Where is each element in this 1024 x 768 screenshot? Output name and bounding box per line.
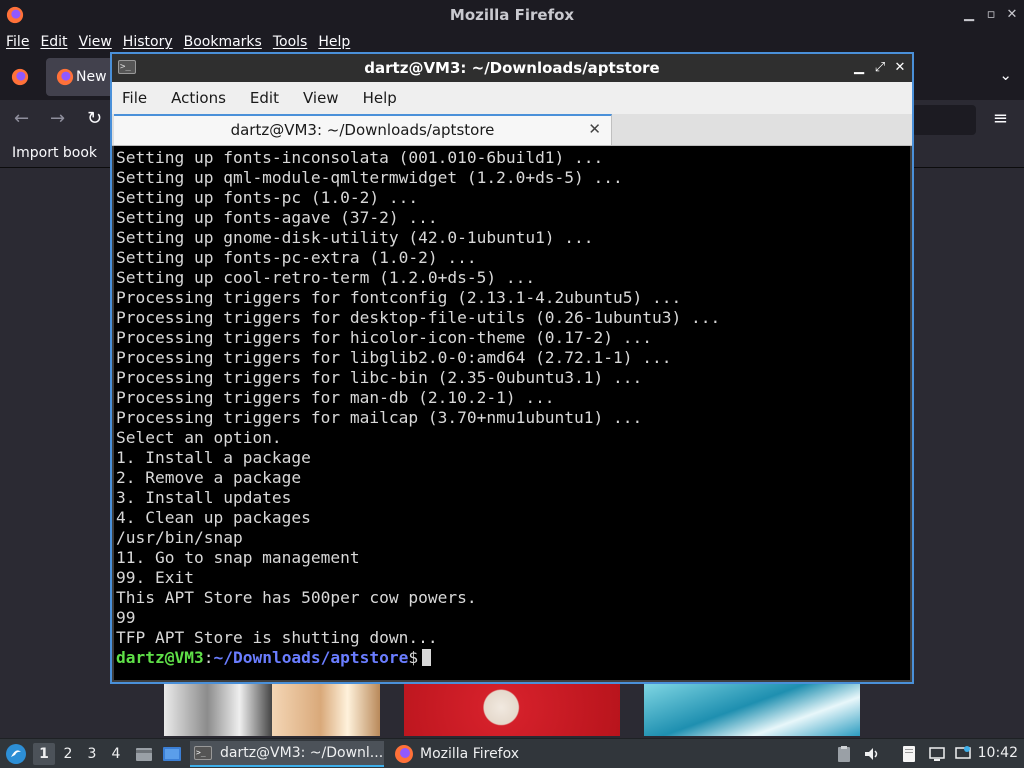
tab-label: New bbox=[76, 69, 107, 85]
maximize-icon[interactable]: ⤢ bbox=[873, 60, 887, 75]
terminal-tabbar: dartz@VM3: ~/Downloads/aptstore ✕ bbox=[112, 114, 912, 146]
prompt-symbol: $ bbox=[408, 648, 419, 667]
taskbar: 1 2 3 4 >_ dartz@VM3: ~/Downl... Mozilla… bbox=[0, 738, 1024, 768]
firefox-icon bbox=[395, 745, 413, 763]
menu-actions[interactable]: Actions bbox=[171, 89, 226, 107]
volume-icon[interactable] bbox=[863, 745, 881, 763]
terminal-line: Processing triggers for man-db (2.10.2-1… bbox=[116, 388, 555, 407]
taskbar-task-label: dartz@VM3: ~/Downl... bbox=[220, 745, 384, 761]
menu-bookmarks[interactable]: Bookmarks bbox=[184, 34, 262, 50]
terminal-icon: >_ bbox=[194, 746, 212, 760]
terminal-line: Processing triggers for desktop-file-uti… bbox=[116, 308, 721, 327]
menu-file[interactable]: File bbox=[122, 89, 147, 107]
firefox-tab-icon bbox=[56, 68, 74, 86]
workspace-3[interactable]: 3 bbox=[81, 743, 103, 765]
taskbar-firefox-task[interactable]: Mozilla Firefox bbox=[390, 741, 530, 767]
terminal-line: Setting up fonts-inconsolata (001.010-6b… bbox=[116, 148, 604, 167]
clock[interactable]: 10:42 bbox=[978, 745, 1018, 761]
maximize-icon[interactable]: ▫ bbox=[984, 8, 998, 22]
thumbnail-image[interactable] bbox=[272, 684, 380, 736]
firefox-titlebar: Mozilla Firefox ▁ ▫ ✕ bbox=[0, 0, 1024, 30]
reload-icon[interactable]: ↻ bbox=[87, 108, 102, 129]
firefox-window-title: Mozilla Firefox bbox=[449, 6, 575, 24]
terminal-line: Processing triggers for mailcap (3.70+nm… bbox=[116, 408, 643, 427]
menu-view[interactable]: View bbox=[303, 89, 339, 107]
minimize-icon[interactable]: ▁ bbox=[852, 60, 866, 75]
terminal-line: 11. Go to snap management bbox=[116, 548, 360, 567]
prompt-path: ~/Downloads/aptstore bbox=[213, 648, 409, 667]
menu-history[interactable]: History bbox=[123, 34, 173, 50]
show-desktop-icon[interactable] bbox=[162, 744, 182, 764]
thumbnail-image[interactable] bbox=[644, 684, 860, 736]
terminal-line: Setting up qml-module-qmltermwidget (1.2… bbox=[116, 168, 623, 187]
import-bookmarks-link[interactable]: Import book bbox=[12, 145, 97, 161]
close-icon[interactable]: ✕ bbox=[893, 60, 907, 75]
terminal-output[interactable]: Setting up fonts-inconsolata (001.010-6b… bbox=[114, 146, 910, 680]
terminal-tab[interactable]: dartz@VM3: ~/Downloads/aptstore ✕ bbox=[114, 114, 612, 145]
terminal-line: Setting up cool-retro-term (1.2.0+ds-5) … bbox=[116, 268, 536, 287]
terminal-line: Setting up fonts-pc (1.0-2) ... bbox=[116, 188, 419, 207]
terminal-line: 99 bbox=[116, 608, 136, 627]
terminal-tab-label: dartz@VM3: ~/Downloads/aptstore bbox=[230, 121, 495, 139]
close-icon[interactable]: ✕ bbox=[1005, 8, 1019, 22]
text-cursor bbox=[422, 649, 432, 666]
clipboard-icon[interactable] bbox=[835, 745, 853, 763]
shell-prompt[interactable]: dartz@VM3:~/Downloads/aptstore$ bbox=[116, 648, 910, 668]
notes-icon[interactable] bbox=[900, 745, 918, 763]
prompt-separator: : bbox=[203, 648, 214, 667]
update-notifier-icon[interactable] bbox=[954, 745, 972, 763]
terminal-line: Processing triggers for hicolor-icon-the… bbox=[116, 328, 653, 347]
firefox-view-icon[interactable] bbox=[11, 68, 29, 86]
terminal-window[interactable]: >_ dartz@VM3: ~/Downloads/aptstore ▁ ⤢ ✕… bbox=[110, 52, 914, 684]
forward-icon[interactable]: → bbox=[50, 108, 65, 129]
start-menu-icon[interactable] bbox=[5, 743, 27, 765]
chevron-down-icon[interactable]: ⌄ bbox=[999, 66, 1012, 84]
menu-edit[interactable]: Edit bbox=[250, 89, 279, 107]
terminal-line: /usr/bin/snap bbox=[116, 528, 243, 547]
prompt-user: dartz@VM3 bbox=[116, 648, 204, 667]
terminal-line: Setting up gnome-disk-utility (42.0-1ubu… bbox=[116, 228, 594, 247]
terminal-line: 99. Exit bbox=[116, 568, 194, 587]
menu-help[interactable]: Help bbox=[318, 34, 350, 50]
terminal-window-title: dartz@VM3: ~/Downloads/aptstore bbox=[364, 59, 660, 77]
close-tab-icon[interactable]: ✕ bbox=[588, 120, 601, 138]
menu-view[interactable]: View bbox=[79, 34, 112, 50]
hamburger-menu-icon[interactable]: ≡ bbox=[993, 108, 1008, 129]
terminal-line: 4. Clean up packages bbox=[116, 508, 311, 527]
terminal-titlebar[interactable]: >_ dartz@VM3: ~/Downloads/aptstore ▁ ⤢ ✕ bbox=[112, 54, 912, 82]
terminal-line: This APT Store has 500per cow powers. bbox=[116, 588, 477, 607]
terminal-menubar: File Actions Edit View Help bbox=[112, 82, 912, 114]
terminal-line: TFP APT Store is shutting down... bbox=[116, 628, 438, 647]
terminal-line: Processing triggers for fontconfig (2.13… bbox=[116, 288, 682, 307]
workspace-1[interactable]: 1 bbox=[33, 743, 55, 765]
terminal-line: 1. Install a package bbox=[116, 448, 311, 467]
terminal-line: Setting up fonts-agave (37-2) ... bbox=[116, 208, 438, 227]
terminal-line: Processing triggers for libc-bin (2.35-0… bbox=[116, 368, 643, 387]
terminal-line: Setting up fonts-pc-extra (1.0-2) ... bbox=[116, 248, 477, 267]
menu-edit[interactable]: Edit bbox=[40, 34, 67, 50]
minimize-icon[interactable]: ▁ bbox=[962, 8, 976, 22]
terminal-line: Processing triggers for libglib2.0-0:amd… bbox=[116, 348, 672, 367]
terminal-line: 3. Install updates bbox=[116, 488, 292, 507]
taskbar-task-label: Mozilla Firefox bbox=[420, 746, 520, 762]
back-icon[interactable]: ← bbox=[14, 108, 29, 129]
taskbar-terminal-task[interactable]: >_ dartz@VM3: ~/Downl... bbox=[190, 741, 384, 767]
thumbnail-image[interactable] bbox=[164, 684, 272, 736]
menu-file[interactable]: File bbox=[6, 34, 29, 50]
url-bar[interactable] bbox=[912, 105, 976, 135]
menu-help[interactable]: Help bbox=[363, 89, 397, 107]
network-icon[interactable] bbox=[928, 745, 946, 763]
workspace-4[interactable]: 4 bbox=[105, 743, 127, 765]
firefox-icon bbox=[6, 6, 24, 24]
workspace-2[interactable]: 2 bbox=[57, 743, 79, 765]
menu-tools[interactable]: Tools bbox=[273, 34, 308, 50]
terminal-line: Select an option. bbox=[116, 428, 282, 447]
thumbnail-image[interactable] bbox=[404, 684, 620, 736]
firefox-menubar: File Edit View History Bookmarks Tools H… bbox=[0, 30, 1024, 54]
file-manager-icon[interactable] bbox=[134, 744, 154, 764]
terminal-line: 2. Remove a package bbox=[116, 468, 302, 487]
